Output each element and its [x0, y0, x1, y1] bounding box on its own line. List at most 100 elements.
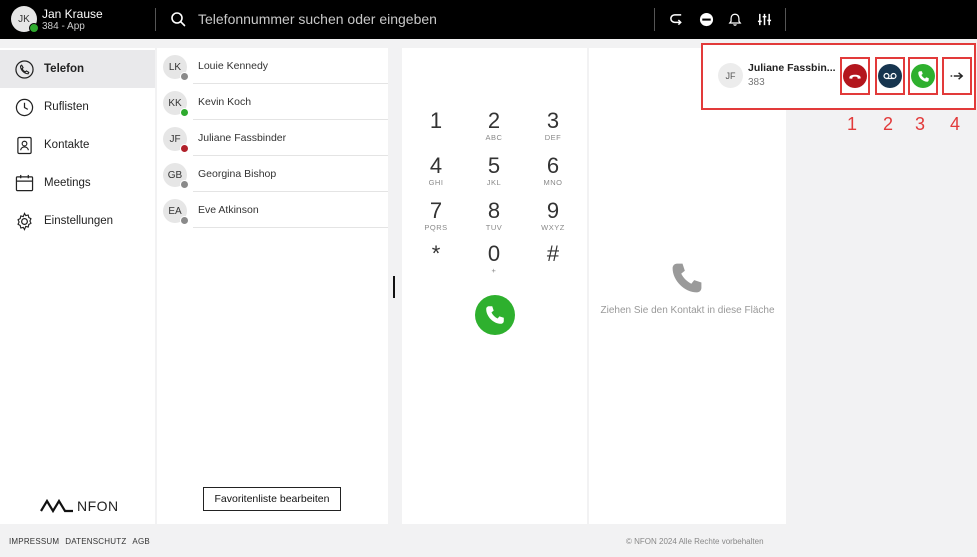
divider [155, 8, 156, 31]
favorites-list: LK Louie Kennedy KK Kevin Koch JF Julian… [157, 48, 388, 524]
key-letters: GHI [428, 178, 444, 187]
divider [654, 8, 655, 31]
key-letters: TUV [485, 223, 503, 232]
dialpad-key-0[interactable]: 0 + [474, 242, 514, 282]
favorite-name: Georgina Bishop [198, 168, 277, 180]
sidebar-item-label: Meetings [44, 177, 91, 189]
footer-link-agb[interactable]: AGB [132, 537, 150, 546]
sidebar-item-label: Kontakte [44, 139, 90, 151]
divider [785, 8, 786, 31]
divider [193, 227, 388, 228]
favorite-item[interactable]: GB Georgina Bishop [157, 156, 388, 192]
sidebar-item-meetings[interactable]: Meetings [0, 164, 155, 202]
key-digit: 8 [487, 198, 501, 223]
caller-avatar: JF [718, 63, 743, 88]
sidebar-item-kontakte[interactable]: Kontakte [0, 126, 155, 164]
dialpad-key-5[interactable]: 5 JKL [474, 154, 514, 194]
hang-up-icon [849, 74, 861, 79]
drop-area-hint: Ziehen Sie den Kontakt in diese Fläche [600, 305, 775, 316]
phone-icon [486, 306, 504, 324]
key-digit: 1 [429, 108, 443, 133]
sliders-icon[interactable] [756, 11, 772, 27]
annotation-label-3: 3 [915, 114, 926, 134]
footer-links: IMPRESSUM DATENSCHUTZ AGB [9, 537, 150, 546]
key-letters: WXYZ [541, 223, 565, 232]
presence-status-dot [29, 23, 39, 33]
accept-call-button[interactable] [911, 64, 935, 88]
search-icon[interactable] [170, 11, 186, 27]
forward-call-button[interactable] [945, 64, 969, 88]
phone-icon [917, 70, 929, 82]
nfon-logo: NFON [40, 498, 119, 514]
status-badge [180, 108, 189, 117]
call-button[interactable] [475, 295, 515, 335]
key-digit: 2 [487, 108, 501, 133]
favorite-item[interactable]: JF Juliane Fassbinder [157, 120, 388, 156]
dialpad-key-7[interactable]: 7 PQRS [416, 199, 456, 239]
voicemail-button[interactable] [878, 64, 902, 88]
reject-call-button[interactable] [843, 64, 867, 88]
avatar-initials: LK [168, 61, 182, 73]
annotation-label-2: 2 [883, 114, 894, 134]
bell-icon[interactable] [727, 11, 743, 27]
arrow-right-icon [950, 72, 964, 80]
drop-area[interactable]: Ziehen Sie den Kontakt in diese Fläche [589, 48, 786, 524]
sidebar-item-einstellungen[interactable]: Einstellungen [0, 202, 155, 240]
status-badge [180, 180, 189, 189]
status-badge [180, 72, 189, 81]
voicemail-icon [883, 72, 897, 80]
forward-highlight [942, 57, 972, 95]
key-digit: 4 [429, 153, 443, 178]
dialpad-key-6[interactable]: 6 MNO [533, 154, 573, 194]
user-avatar[interactable]: JK [11, 6, 39, 33]
dialpad-key-8[interactable]: 8 TUV [474, 199, 514, 239]
key-letters: + [491, 266, 497, 275]
logo-text: NFON [77, 498, 119, 514]
dialpad-key-hash[interactable]: # [533, 242, 573, 282]
edit-favorites-button[interactable]: Favoritenliste bearbeiten [203, 487, 341, 511]
avatar-initials: EA [168, 205, 182, 217]
caller-initials: JF [725, 70, 736, 81]
dialpad-key-1[interactable]: 1 [416, 109, 456, 149]
footer-link-datenschutz[interactable]: DATENSCHUTZ [65, 537, 126, 546]
dialpad-key-2[interactable]: 2 ABC [474, 109, 514, 149]
favorite-name: Juliane Fassbinder [198, 132, 287, 144]
key-letters: ABC [485, 133, 503, 142]
gear-icon [14, 211, 34, 231]
key-digit: 0 [487, 241, 501, 266]
sidebar-item-ruflisten[interactable]: Ruflisten [0, 88, 155, 126]
annotation-label-4: 4 [950, 114, 961, 134]
user-name[interactable]: Jan Krause [42, 7, 103, 21]
copyright-text: © NFON 2024 Alle Rechte vorbehalten [626, 537, 764, 546]
status-badge [180, 216, 189, 225]
dialpad-key-4[interactable]: 4 GHI [416, 154, 456, 194]
key-letters: MNO [543, 178, 563, 187]
dialpad-key-star[interactable]: * [416, 242, 456, 282]
do-not-disturb-icon[interactable] [698, 11, 714, 27]
sidebar-item-label: Ruflisten [44, 101, 89, 113]
contacts-icon [14, 135, 34, 155]
key-letters: PQRS [424, 223, 448, 232]
footer-link-impressum[interactable]: IMPRESSUM [9, 537, 59, 546]
avatar-initials: JF [169, 133, 181, 145]
sidebar-item-telefon[interactable]: Telefon [0, 50, 155, 88]
caller-name: Juliane Fassbin... [748, 62, 836, 74]
sidebar-item-label: Telefon [44, 63, 85, 75]
key-digit: 9 [546, 198, 560, 223]
clock-icon [14, 97, 34, 117]
user-extension: 384 - App [42, 21, 85, 32]
avatar-initials: GB [167, 169, 183, 181]
annotation-label-1: 1 [847, 114, 858, 134]
favorite-item[interactable]: EA Eve Atkinson [157, 192, 388, 228]
voicemail-highlight [875, 57, 905, 95]
dialpad-key-9[interactable]: 9 WXYZ [533, 199, 573, 239]
resize-handle[interactable] [393, 276, 395, 298]
dialpad-key-3[interactable]: 3 DEF [533, 109, 573, 149]
favorite-name: Louie Kennedy [198, 60, 269, 72]
callback-icon[interactable] [668, 11, 684, 27]
favorite-item[interactable]: LK Louie Kennedy [157, 48, 388, 84]
top-bar: JK Jan Krause 384 - App [0, 0, 977, 39]
search-input[interactable] [198, 9, 618, 29]
key-letters: JKL [486, 178, 502, 187]
favorite-item[interactable]: KK Kevin Koch [157, 84, 388, 120]
